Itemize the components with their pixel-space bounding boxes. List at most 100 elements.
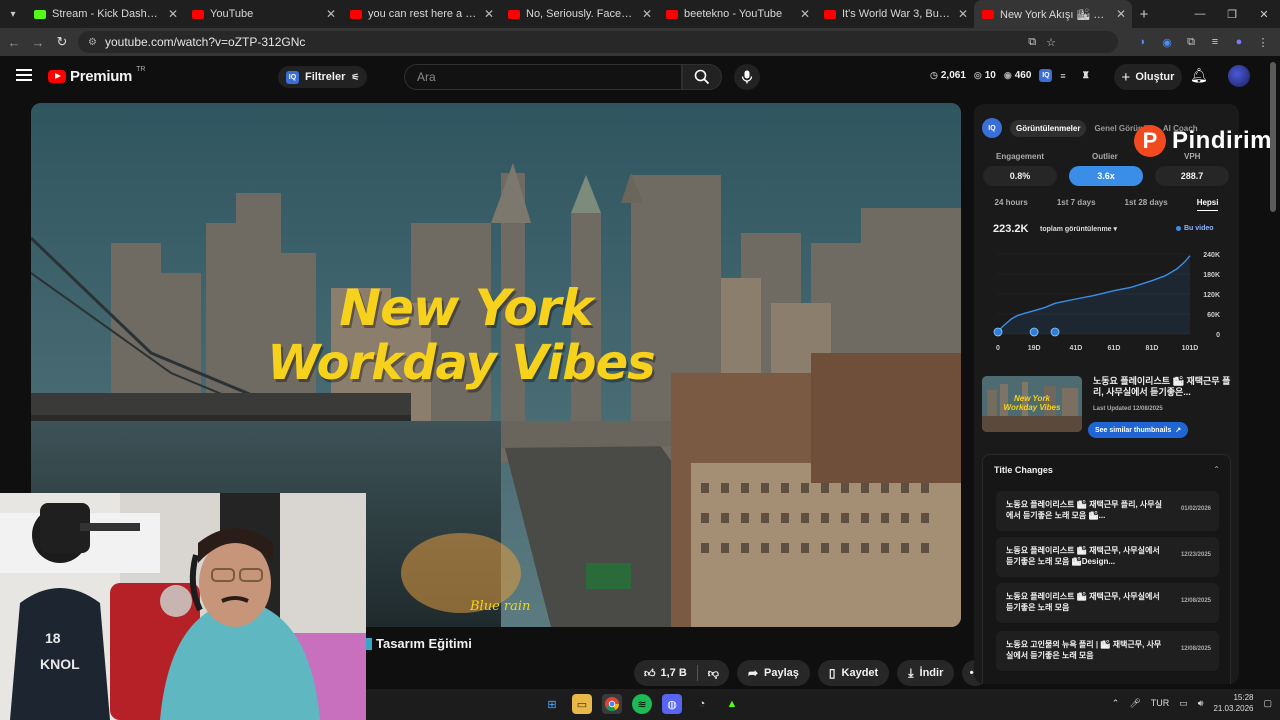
chrome-icon[interactable] [602, 694, 622, 714]
title-change-row[interactable]: 노동요 플레이리스트 🏙 재택근무, 사무실에서 듣기좋은 노래 모음 🏙Des… [996, 537, 1219, 577]
menu-icon[interactable] [16, 69, 32, 81]
tab-2[interactable]: you can rest here a while. - YouTube ✕ [342, 0, 500, 28]
discord-icon[interactable]: ◍ [662, 694, 682, 714]
x-tick-label: 19D [1028, 345, 1041, 352]
tab-views[interactable]: Görüntülenmeler [1010, 119, 1087, 137]
external-link-icon: ↗ [1175, 427, 1182, 434]
kick-icon[interactable]: ▲ [722, 694, 742, 714]
range-all[interactable]: Hepsi [1196, 198, 1219, 211]
x-tick-label: 81D [1146, 345, 1159, 352]
notifications-icon[interactable]: ▢ [1263, 698, 1272, 709]
save-button[interactable]: ▯ Kaydet [817, 660, 890, 686]
iq-small-icon[interactable]: IQ [1039, 69, 1053, 82]
chevron-up-icon[interactable]: ⌃ [1213, 465, 1220, 474]
maximize-icon[interactable]: ❐ [1216, 0, 1248, 28]
title-change-text: 노동요 플레이리스트 🏙 재택근무, 사무실에서 듣기좋은 노래 모음 [1006, 592, 1160, 612]
extension-iq-icon[interactable]: ◉ [1158, 33, 1176, 51]
obs-icon[interactable]: ◔ [692, 694, 712, 714]
profile-avatar-icon[interactable]: ● [1230, 33, 1248, 51]
tab-4[interactable]: beetekno - YouTube ✕ [658, 0, 816, 28]
create-label: Oluştur [1135, 71, 1175, 83]
tab-search-icon[interactable]: ▾ [0, 0, 26, 28]
tab-close-icon[interactable]: ✕ [326, 7, 336, 21]
download-button[interactable]: ⤓ İndir [897, 660, 955, 686]
page-scrollbar[interactable] [1270, 62, 1276, 212]
spotify-icon[interactable]: ≋ [632, 694, 652, 714]
sliders-icon: ⚟ [351, 71, 360, 82]
extensions-puzzle-icon[interactable]: ⧉ [1182, 33, 1200, 51]
minimize-icon[interactable]: — [1184, 0, 1216, 28]
trophy-icon[interactable]: ♜ [1082, 70, 1090, 81]
list-icon[interactable]: ≡ [1060, 71, 1065, 81]
browser-menu-icon[interactable]: ⋮ [1254, 33, 1272, 51]
thumbnail-card[interactable]: New York Workday Vibes 노동요 플레이리스트 🏙 재택근무 … [982, 376, 1232, 438]
tab-3[interactable]: No, Seriously. Facebook's New ✕ [500, 0, 658, 28]
metric-outlier[interactable]: 3.6x [1069, 166, 1143, 186]
tray-mic-icon[interactable]: 🎤︎ [1129, 698, 1140, 709]
close-window-icon[interactable]: ✕ [1248, 0, 1280, 28]
total-views-dropdown[interactable]: toplam görüntülenme ▾ [1040, 225, 1117, 233]
video-heading: Tasarım Eğitimi [376, 636, 472, 651]
range-24h[interactable]: 24 hours [995, 198, 1028, 211]
range-28d[interactable]: 1st 28 days [1125, 198, 1168, 211]
network-icon[interactable]: ▭ [1179, 698, 1188, 709]
tab-favicon [824, 9, 836, 19]
thumbnail-image[interactable]: New York Workday Vibes [982, 376, 1082, 432]
x-tick-label: 41D [1070, 345, 1083, 352]
tab-5[interactable]: It's World War 3, But You're Ge ✕ [816, 0, 974, 28]
range-7d[interactable]: 1st 7 days [1057, 198, 1096, 211]
like-button[interactable]: 👍︎ 1,7 B [634, 660, 697, 686]
tab-close-icon[interactable]: ✕ [1116, 7, 1126, 21]
x-tick-label: 61D [1108, 345, 1121, 352]
tab-title: Stream - Kick Dashboard [52, 8, 162, 20]
install-app-icon[interactable]: ⧉ [1028, 36, 1036, 49]
search-button[interactable] [682, 64, 722, 90]
notifications-bell-icon[interactable]: 🔔︎ [1190, 67, 1208, 84]
new-tab-button[interactable]: + [1132, 6, 1156, 23]
file-explorer-icon[interactable]: ▭ [572, 694, 592, 714]
youtube-premium-logo[interactable]: Premium TR [48, 66, 145, 85]
reload-icon[interactable]: ↻ [50, 34, 74, 50]
similar-thumbnails-button[interactable]: See similar thumbnails ↗ [1088, 422, 1189, 438]
pindirim-promo[interactable]: P Pindirim [1134, 125, 1272, 157]
metric-engagement[interactable]: 0.8% [983, 166, 1057, 186]
y-tick-label: 120K [1203, 292, 1220, 299]
forward-icon[interactable]: → [26, 35, 50, 50]
tab-close-icon[interactable]: ✕ [642, 7, 652, 21]
back-icon[interactable]: ← [2, 35, 26, 50]
tab-6-active[interactable]: New York Akışı 🏙 Yaratıcı İş G ✕ [974, 0, 1132, 28]
tab-close-icon[interactable]: ✕ [168, 7, 178, 21]
windows-start-icon[interactable]: ⊞ [542, 694, 562, 714]
search-input[interactable]: Ara [404, 64, 682, 90]
tab-close-icon[interactable]: ✕ [484, 7, 494, 21]
voice-search-button[interactable] [734, 64, 760, 90]
extension-audio-icon[interactable]: ◗ [1134, 33, 1152, 51]
tray-chevron-icon[interactable]: ⌃ [1112, 698, 1120, 709]
site-info-icon[interactable]: ⚙ [88, 37, 97, 48]
clock[interactable]: 15:28 21.03.2026 [1213, 692, 1253, 714]
video-actions: 👍︎1,7 B 👎︎ ➦Paylaş ▯Kaydet ⤓İndir ••• [634, 660, 989, 686]
svg-text:18: 18 [45, 630, 61, 646]
create-button[interactable]: + Oluştur [1114, 64, 1182, 90]
title-change-row[interactable]: 노동요 플레이리스트 🏙 재택근무, 사무실에서 듣기좋은 노래 모음 12/08… [996, 583, 1219, 623]
volume-icon[interactable]: 🔊︎ [1198, 698, 1204, 709]
media-controls-icon[interactable]: ≡ [1206, 33, 1224, 51]
tab-1[interactable]: YouTube ✕ [184, 0, 342, 28]
url-field[interactable]: ⚙ youtube.com/watch?v=oZTP-312GNc ⧉ ☆ [78, 31, 1118, 53]
webcam-feed: 18 KNOL [0, 493, 366, 720]
eye-icon: ◎ [973, 70, 982, 80]
title-change-row[interactable]: 노동요 고인물의 뉴욕 플리 | 🏙 재택근무, 사무실에서 듣기좋은 노래 모… [996, 631, 1219, 671]
metric-vph[interactable]: 288.7 [1155, 166, 1229, 186]
title-change-row[interactable]: 노동요 플레이리스트 🏙 재택근무 플리, 사무실에서 듣기좋은 노래 모음 🏙… [996, 491, 1219, 531]
dislike-button[interactable]: 👎︎ [698, 660, 729, 686]
share-button[interactable]: ➦ Paylaş [736, 660, 810, 686]
tab-close-icon[interactable]: ✕ [800, 7, 810, 21]
filters-button[interactable]: IQ Filtreler ⚟ [278, 66, 368, 88]
tab-0[interactable]: Stream - Kick Dashboard ✕ [26, 0, 184, 28]
bookmark-star-icon[interactable]: ☆ [1046, 36, 1056, 49]
omnibox-actions: ⧉ ☆ [1028, 36, 1056, 49]
account-avatar[interactable] [1228, 65, 1250, 87]
download-label: İndir [919, 667, 944, 679]
input-language[interactable]: TUR [1151, 698, 1170, 708]
tab-close-icon[interactable]: ✕ [958, 7, 968, 21]
